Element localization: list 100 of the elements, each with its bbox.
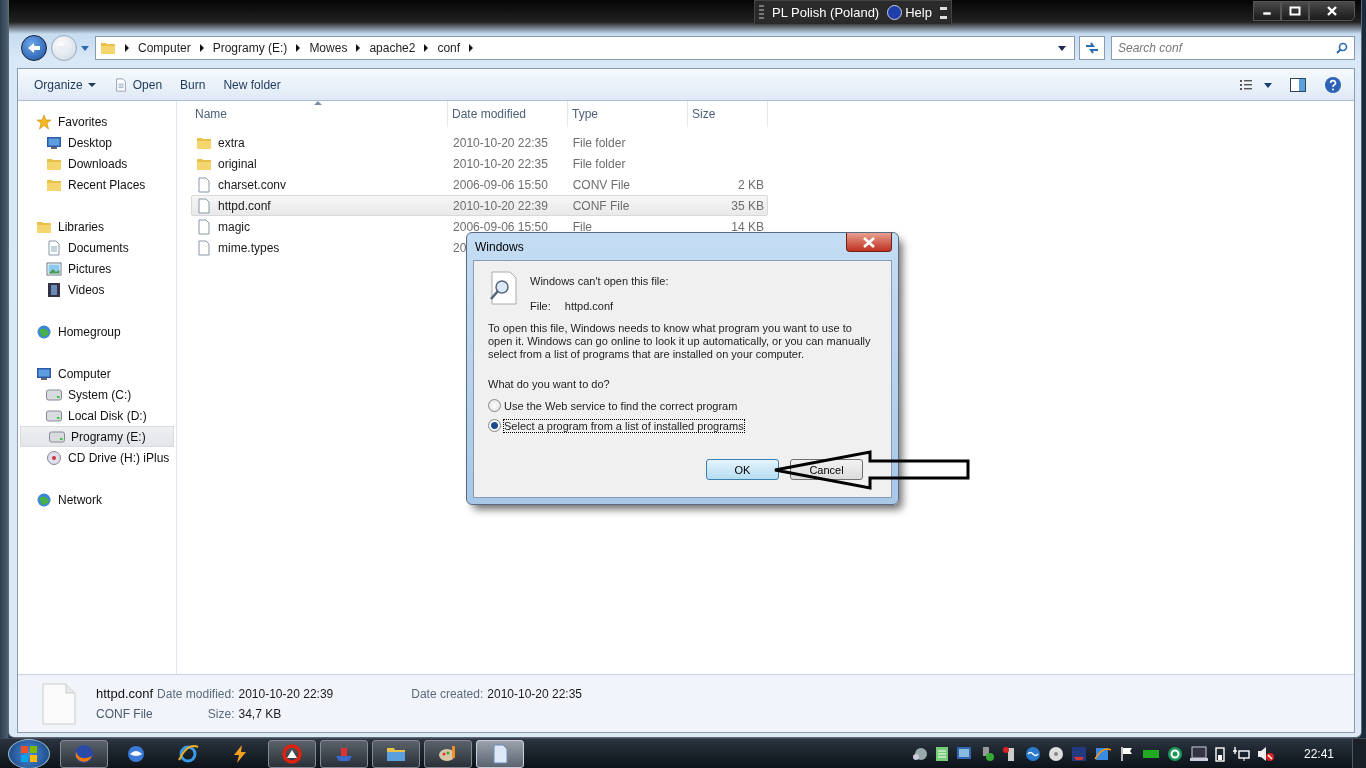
file-row[interactable]: original 2010-10-20 22:35 File folder <box>191 153 768 174</box>
sidebar-item[interactable]: System (C:) <box>18 384 176 405</box>
breadcrumb[interactable]: apache2 <box>369 41 416 55</box>
file-type: CONF File <box>572 198 630 213</box>
document-icon <box>113 76 128 93</box>
file-icon <box>196 239 212 256</box>
caret-icon[interactable] <box>81 45 89 51</box>
sidebar-item[interactable]: Documents <box>18 237 176 258</box>
field-label: Size: <box>206 706 235 721</box>
chevron-icon[interactable] <box>296 44 301 52</box>
back-arrow-icon <box>27 42 41 54</box>
field-value: 2010-10-20 22:35 <box>487 686 583 701</box>
maximize-button[interactable] <box>1281 1 1309 21</box>
start-button[interactable] <box>8 738 50 768</box>
preview-pane-button[interactable] <box>1288 75 1308 94</box>
toolbar-button[interactable]: Open <box>107 73 169 96</box>
volume-muted-icon[interactable] <box>1256 745 1275 762</box>
file-type: File folder <box>572 135 626 150</box>
address-bar[interactable]: Computer Programy (E:) Mowes apache2 conf <box>95 36 1075 60</box>
chevron-icon[interactable] <box>424 44 429 52</box>
radio-button[interactable] <box>488 419 501 432</box>
date-modified: 2006-09-06 15:50 <box>453 177 548 192</box>
file-type: CONV File <box>572 177 631 192</box>
message-text: To open this file, Windows needs to know what program you want to use to open it. Windows can go online to look it up automatically, or you can manually select from a list of programs that are installed on your computer. <box>488 322 872 361</box>
search-icon[interactable] <box>1336 42 1348 54</box>
radio-button[interactable] <box>488 399 501 412</box>
taskbar-button[interactable] <box>476 739 524 768</box>
refresh-button[interactable] <box>1079 36 1105 60</box>
sidebar-item[interactable]: Local Disk (D:) <box>18 405 176 426</box>
sidebar-item[interactable]: Favorites <box>18 111 176 132</box>
radio-option[interactable]: Select a program from a list of installed programs <box>488 419 744 432</box>
close-button[interactable] <box>846 233 892 252</box>
dialog-button[interactable]: OK <box>706 459 779 480</box>
radio-option[interactable]: Use the Web service to find the correct program <box>488 399 738 412</box>
maximize-icon <box>1289 6 1301 16</box>
file-icon <box>196 218 212 235</box>
sidebar-item[interactable]: Pictures <box>18 258 176 279</box>
calculator-icon[interactable] <box>934 745 949 762</box>
wave-icon[interactable] <box>1024 745 1041 762</box>
help-button[interactable]: Help <box>887 5 932 20</box>
ship-icon[interactable] <box>1070 745 1087 762</box>
toolbar-button[interactable]: Burn <box>174 73 212 96</box>
file-row[interactable]: httpd.conf 2010-10-20 22:39 CONF File 35 KB <box>191 195 768 216</box>
breadcrumb[interactable]: Computer <box>138 41 191 55</box>
search-field[interactable]: Search conf <box>1111 36 1355 60</box>
ring-icon[interactable] <box>1166 745 1183 762</box>
globe-icon <box>36 323 52 340</box>
sidebar-item[interactable]: CD Drive (H:) iPlus <box>18 447 176 468</box>
toolbar-button[interactable]: New folder <box>217 73 287 96</box>
toolbar-button[interactable]: Organize <box>28 73 102 96</box>
message-heading: Windows can't open this file: <box>530 275 669 287</box>
file-icon <box>196 176 212 193</box>
chevron-icon[interactable] <box>125 44 129 52</box>
taskbar-button[interactable] <box>268 739 316 768</box>
breadcrumb[interactable]: conf <box>437 41 461 55</box>
clock[interactable]: 22:41 <box>1303 746 1334 761</box>
window-icon[interactable] <box>1093 745 1112 762</box>
minimize-button[interactable] <box>1253 1 1281 21</box>
sidebar-item[interactable]: Videos <box>18 279 176 300</box>
sidebar-item[interactable]: Downloads <box>18 153 176 174</box>
disc-icon[interactable] <box>1047 745 1064 762</box>
breadcrumb[interactable]: Mowes <box>309 41 348 55</box>
file-name: extra <box>218 135 245 150</box>
column-header[interactable]: Name <box>191 101 448 127</box>
battery-icon[interactable] <box>1214 745 1225 762</box>
language-indicator[interactable]: PL Polish (Poland) <box>772 5 880 20</box>
file-type: File <box>572 219 593 234</box>
chevron-icon[interactable] <box>469 44 474 52</box>
options-icon[interactable] <box>939 6 947 19</box>
sidebar-item[interactable]: Homegroup <box>18 321 176 342</box>
file-row[interactable]: magic 2006-09-06 15:50 File 14 KB <box>191 216 768 237</box>
sidebar-item[interactable]: Recent Places <box>18 174 176 195</box>
network-icon[interactable] <box>1231 745 1250 762</box>
file-row[interactable]: extra 2010-10-20 22:35 File folder <box>191 132 768 153</box>
taskbar-button[interactable] <box>424 739 472 768</box>
sidebar-item[interactable]: Network <box>18 489 176 510</box>
file-row[interactable]: charset.conv 2006-09-06 15:50 CONV File 2 KB <box>191 174 768 195</box>
chevron-icon[interactable] <box>356 44 361 52</box>
flag-icon[interactable] <box>1118 745 1135 762</box>
globe-icon[interactable] <box>911 745 928 762</box>
file-size: 35 KB <box>731 198 764 213</box>
monitor-icon[interactable] <box>955 745 972 762</box>
question-text: What do you want to do? <box>488 378 611 390</box>
taskbar-button[interactable] <box>372 739 420 768</box>
laptop-icon[interactable] <box>1189 745 1208 762</box>
chevron-icon[interactable] <box>199 44 204 52</box>
back-button[interactable] <box>21 35 47 61</box>
column-header[interactable]: Size <box>688 101 768 127</box>
dropdown-icon[interactable] <box>1058 45 1066 51</box>
column-header[interactable]: Type <box>568 101 688 127</box>
column-header[interactable]: Date modified <box>448 101 568 127</box>
close-button[interactable] <box>1309 1 1355 21</box>
sidebar-item[interactable]: Desktop <box>18 132 176 153</box>
sidebar-item[interactable]: Libraries <box>18 216 176 237</box>
field-label: File: <box>530 300 551 312</box>
view-options-button[interactable] <box>1238 77 1274 92</box>
windows-logo <box>20 744 38 763</box>
sidebar-item[interactable]: Programy (E:) <box>20 426 174 447</box>
breadcrumb[interactable]: Programy (E:) <box>212 41 288 55</box>
sidebar-item[interactable]: Computer <box>18 363 176 384</box>
